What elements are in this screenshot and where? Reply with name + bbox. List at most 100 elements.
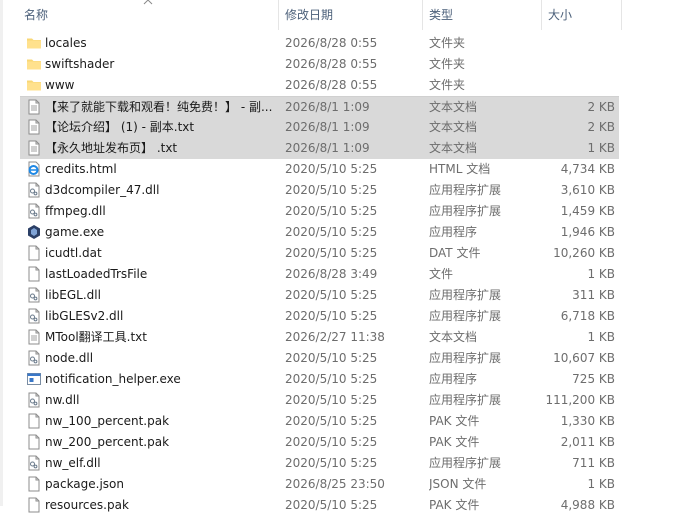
file-row[interactable]: lastLoadedTrsFile 2026/8/28 3:49 文件 1 KB [20, 264, 619, 285]
file-row[interactable]: libGLESv2.dll 2020/5/10 5:25 应用程序扩展 6,718 K… [20, 306, 619, 327]
file-size [540, 54, 615, 75]
file-modified-date: 2020/5/10 5:25 [285, 351, 378, 365]
file-modified-date: 2026/8/28 0:55 [285, 36, 378, 50]
file-size: 1 KB [587, 477, 615, 491]
file-name: locales [45, 36, 87, 50]
file-type: 文本文档 [429, 330, 478, 344]
file-type: 应用程序 [429, 372, 478, 386]
file-row[interactable]: libEGL.dll 2020/5/10 5:25 应用程序扩展 311 KB [20, 285, 619, 306]
file-row[interactable]: ffmpeg.dll 2020/5/10 5:25 应用程序扩展 1,459 KB [20, 201, 619, 222]
column-header-name[interactable]: 名称 [24, 0, 274, 30]
file-size [540, 75, 615, 96]
file-name: lastLoadedTrsFile [45, 267, 148, 281]
text-file-icon [26, 97, 42, 118]
folder-icon [26, 75, 42, 96]
file-type: 应用程序扩展 [429, 204, 502, 218]
file-type: 文件夹 [429, 57, 466, 71]
file-name: nw_200_percent.pak [45, 435, 170, 449]
blank-file-icon [26, 243, 42, 264]
text-file-icon [26, 117, 42, 138]
file-row[interactable]: nw_elf.dll 2020/5/10 5:25 应用程序扩展 711 KB [20, 453, 619, 474]
file-name: notification_helper.exe [45, 372, 181, 386]
file-size: 6,718 KB [560, 309, 615, 323]
file-modified-date: 2020/5/10 5:25 [285, 435, 378, 449]
column-divider[interactable] [278, 0, 279, 30]
file-name: 【来了就能下载和观看！纯免费！】 - 副... [45, 100, 273, 114]
exe-file-icon [26, 369, 42, 390]
file-type: DAT 文件 [429, 246, 481, 260]
file-row[interactable]: swiftshader 2026/8/28 0:55 文件夹 [20, 54, 619, 75]
file-name: MTool翻译工具.txt [45, 330, 147, 344]
file-size: 10,607 KB [553, 351, 615, 365]
column-divider[interactable] [621, 0, 622, 30]
file-modified-date: 2026/8/28 0:55 [285, 57, 378, 71]
dll-file-icon [26, 180, 42, 201]
file-size: 4,734 KB [560, 162, 615, 176]
file-type: 应用程序扩展 [429, 288, 502, 302]
file-row[interactable]: node.dll 2020/5/10 5:25 应用程序扩展 10,607 KB [20, 348, 619, 369]
file-modified-date: 2026/8/28 3:49 [285, 267, 378, 281]
file-name: 【永久地址发布页】 .txt [45, 141, 178, 155]
file-row[interactable]: nw_100_percent.pak 2020/5/10 5:25 PAK 文件 1,… [20, 411, 619, 432]
file-modified-date: 2026/8/25 23:50 [285, 477, 385, 491]
file-name: package.json [45, 477, 125, 491]
file-row[interactable]: nw_200_percent.pak 2020/5/10 5:25 PAK 文件 2,… [20, 432, 619, 453]
file-row[interactable]: 【来了就能下载和观看！纯免费！】 - 副... 2026/8/1 1:09 文本文档… [20, 96, 619, 118]
file-row[interactable]: icudtl.dat 2020/5/10 5:25 DAT 文件 10,260 KB [20, 243, 619, 264]
file-type: 文件 [429, 267, 454, 281]
file-modified-date: 2020/5/10 5:25 [285, 162, 378, 176]
file-row[interactable]: www 2026/8/28 0:55 文件夹 [20, 75, 619, 96]
dll-file-icon [26, 453, 42, 474]
file-name: libEGL.dll [45, 288, 101, 302]
file-modified-date: 2020/5/10 5:25 [285, 183, 378, 197]
file-name: icudtl.dat [45, 246, 102, 260]
file-size: 1 KB [587, 141, 615, 155]
file-modified-date: 2026/8/1 1:09 [285, 100, 370, 114]
file-type: 文本文档 [429, 120, 478, 134]
file-row[interactable]: 【论坛介绍】 (1) - 副本.txt 2026/8/1 1:09 文本文档 2 KB [20, 117, 619, 138]
file-type: 文件夹 [429, 36, 466, 50]
file-row[interactable]: 【永久地址发布页】 .txt 2026/8/1 1:09 文本文档 1 KB [20, 138, 619, 159]
file-name: swiftshader [45, 57, 115, 71]
file-size: 311 KB [572, 288, 615, 302]
file-size: 1,946 KB [560, 225, 615, 239]
file-size: 2,011 KB [560, 435, 615, 449]
dll-file-icon [26, 201, 42, 222]
file-modified-date: 2020/5/10 5:25 [285, 309, 378, 323]
column-header-size[interactable]: 大小 [548, 0, 618, 30]
file-row[interactable]: credits.html 2020/5/10 5:25 HTML 文档 4,734 K… [20, 159, 619, 180]
file-name: nw.dll [45, 393, 80, 407]
file-row[interactable]: game.exe 2020/5/10 5:25 应用程序 1,946 KB [20, 222, 619, 243]
file-type: JSON 文件 [429, 477, 487, 491]
html-file-icon [26, 159, 42, 180]
folder-icon [26, 54, 42, 75]
blank-file-icon [26, 432, 42, 453]
column-divider[interactable] [541, 0, 542, 30]
file-row[interactable]: notification_helper.exe 2020/5/10 5:25 应用程… [20, 369, 619, 390]
blank-file-icon [26, 474, 42, 495]
file-type: 应用程序扩展 [429, 456, 502, 470]
file-type: 应用程序扩展 [429, 351, 502, 365]
column-header-date[interactable]: 修改日期 [285, 0, 420, 30]
file-type: 应用程序 [429, 225, 478, 239]
file-modified-date: 2020/5/10 5:25 [285, 393, 378, 407]
file-type: 应用程序扩展 [429, 309, 502, 323]
column-header-type[interactable]: 类型 [429, 0, 539, 30]
text-file-icon [26, 138, 42, 159]
file-name: libGLESv2.dll [45, 309, 124, 323]
file-modified-date: 2020/5/10 5:25 [285, 246, 378, 260]
file-type: 文本文档 [429, 100, 478, 114]
file-row[interactable]: MTool翻译工具.txt 2026/2/27 11:38 文本文档 1 KB [20, 327, 619, 348]
file-modified-date: 2026/8/28 0:55 [285, 78, 378, 92]
file-name: game.exe [45, 225, 105, 239]
file-row[interactable]: package.json 2026/8/25 23:50 JSON 文件 1 KB [20, 474, 619, 495]
column-divider[interactable] [422, 0, 423, 30]
file-size: 3,610 KB [560, 183, 615, 197]
file-row[interactable]: d3dcompiler_47.dll 2020/5/10 5:25 应用程序扩展 3,… [20, 180, 619, 201]
game-exe-icon [26, 222, 42, 243]
file-row[interactable]: locales 2026/8/28 0:55 文件夹 [20, 33, 619, 54]
file-row[interactable]: nw.dll 2020/5/10 5:25 应用程序扩展 111,200 KB [20, 390, 619, 411]
file-size: 1,330 KB [560, 414, 615, 428]
file-modified-date: 2020/5/10 5:25 [285, 414, 378, 428]
file-modified-date: 2026/8/1 1:09 [285, 120, 370, 134]
